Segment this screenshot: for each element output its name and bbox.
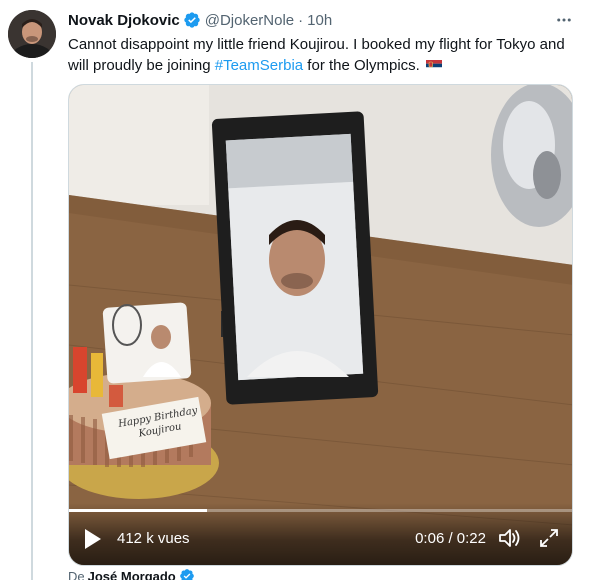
play-icon — [85, 529, 101, 549]
attribution-prefix: De — [68, 568, 85, 580]
video-attribution: De José Morgado — [68, 568, 195, 580]
volume-button[interactable] — [498, 527, 522, 549]
progress-bar[interactable] — [69, 509, 572, 512]
speaker-icon — [499, 529, 520, 547]
video-player[interactable]: Happy Birthday Koujirou 412 k vues 0:06 … — [68, 84, 573, 566]
tweet-time[interactable]: 10h — [307, 12, 332, 29]
tweet-text-end: for the Olympics. — [303, 57, 420, 74]
fullscreen-button[interactable] — [538, 527, 560, 549]
play-button[interactable] — [83, 527, 103, 551]
avatar[interactable] — [8, 10, 56, 58]
tweet-text: Cannot disappoint my little friend Kouji… — [68, 34, 583, 76]
author-name[interactable]: Novak Djokovic — [68, 12, 180, 29]
view-count: 412 k vues — [117, 530, 190, 547]
verified-badge-icon — [184, 12, 200, 28]
more-options-button[interactable] — [553, 10, 575, 30]
tweet-header: Novak Djokovic @DjokerNole · 10h — [68, 10, 332, 30]
avatar-image — [8, 10, 56, 58]
serbia-flag-icon — [426, 60, 443, 71]
attribution-name[interactable]: José Morgado — [88, 569, 176, 580]
fullscreen-icon — [540, 529, 558, 547]
author-handle[interactable]: @DjokerNole — [205, 12, 294, 29]
thread-line — [31, 62, 33, 580]
time-readout: 0:06 / 0:22 — [415, 530, 486, 547]
more-horizontal-icon — [557, 18, 571, 22]
video-controls: 412 k vues 0:06 / 0:22 — [69, 503, 572, 565]
hashtag-link[interactable]: #TeamSerbia — [215, 57, 303, 74]
video-frame — [69, 85, 572, 565]
progress-fill — [69, 509, 207, 512]
separator-dot: · — [298, 11, 304, 29]
verified-badge-icon — [179, 569, 194, 580]
